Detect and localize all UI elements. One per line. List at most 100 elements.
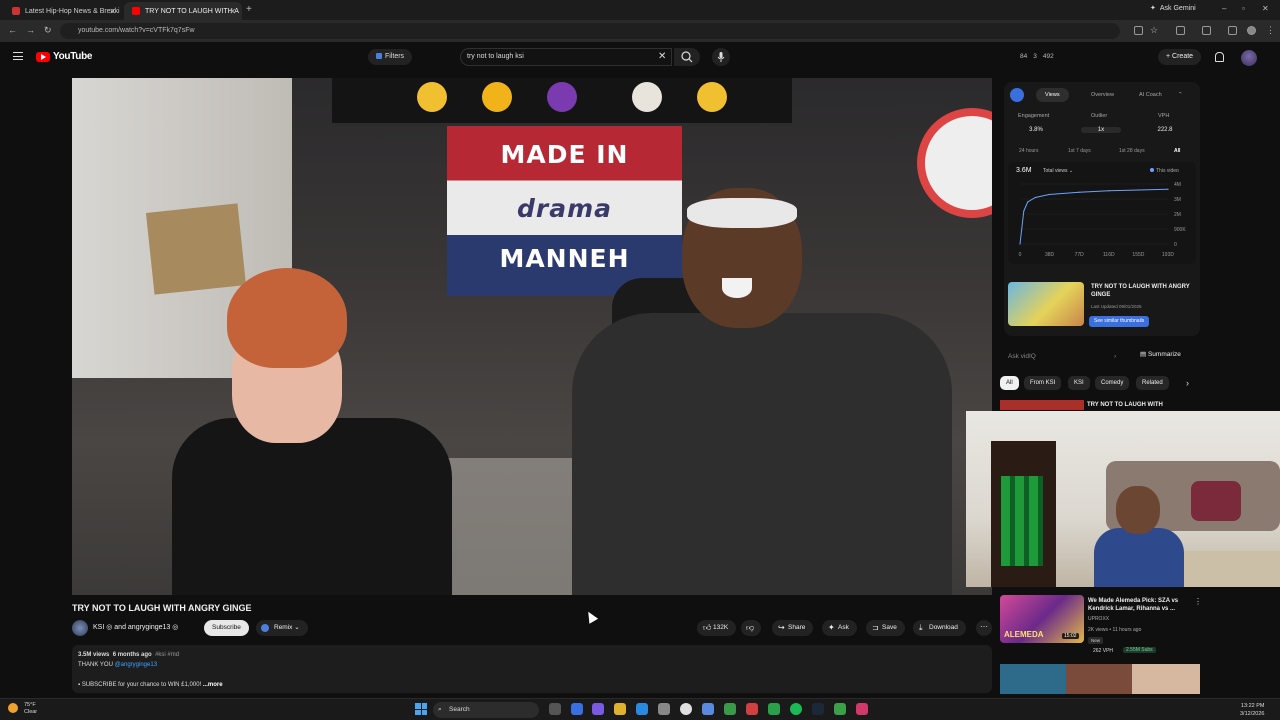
profile-avatar[interactable]: [1247, 26, 1256, 35]
xbox-icon[interactable]: [724, 703, 736, 715]
range-7d[interactable]: 1st 7 days: [1068, 148, 1091, 154]
hashtags[interactable]: #ksi #md: [155, 652, 179, 658]
maximize-icon[interactable]: ▫: [1242, 4, 1245, 13]
spotify-icon[interactable]: [790, 703, 802, 715]
total-views-dropdown[interactable]: Total views ⌄: [1043, 168, 1073, 174]
recommendation-title[interactable]: We Made Alemeda Pick: SZA vs Kendrick La…: [1088, 597, 1192, 613]
see-similar-thumbnails-button[interactable]: See similar thumbnails: [1089, 316, 1150, 327]
new-tab-icon[interactable]: +: [246, 4, 252, 15]
download-button[interactable]: ⤓ Download: [913, 620, 966, 636]
channel-name[interactable]: KSI ◎ and angryginge13 ◎: [93, 623, 178, 631]
channel-avatar[interactable]: [72, 620, 88, 636]
video-player[interactable]: MADE IN drama MANNEH: [72, 78, 992, 595]
tab-views[interactable]: Views: [1036, 88, 1069, 102]
ask-vidiq-input[interactable]: Ask vidIQ ›: [1004, 347, 1130, 367]
chip-comedy[interactable]: Comedy: [1095, 376, 1130, 390]
summarize-button[interactable]: ▤ Summarize: [1140, 350, 1181, 358]
share-button[interactable]: ↪ Share: [772, 620, 814, 636]
more-options-icon[interactable]: ⋮: [1194, 597, 1202, 606]
app-icon[interactable]: [746, 703, 758, 715]
collapse-icon[interactable]: ⌃: [1178, 88, 1183, 102]
file-explorer-icon[interactable]: [614, 703, 626, 715]
copilot-icon[interactable]: [571, 703, 583, 715]
video-description[interactable]: 3.5M views 6 months ago #ksi #md THANK Y…: [72, 645, 992, 693]
account-avatar[interactable]: [1241, 50, 1257, 66]
recommendation-title[interactable]: TRY NOT TO LAUGH WITH: [1087, 402, 1163, 408]
ask-gemini-button[interactable]: ✦ Ask Gemini: [1150, 4, 1196, 13]
reload-icon[interactable]: ↻: [44, 25, 52, 36]
back-icon[interactable]: ←: [8, 25, 17, 35]
search-button[interactable]: [674, 48, 700, 66]
x-tick-label: 77D: [1075, 252, 1085, 258]
side-panel-icon[interactable]: [1202, 26, 1211, 35]
chip-related[interactable]: Related: [1136, 376, 1169, 390]
recommendation-channel[interactable]: UPROXX: [1088, 616, 1109, 622]
minimize-icon[interactable]: –: [1222, 4, 1226, 13]
forward-icon[interactable]: →: [26, 25, 35, 35]
search-input[interactable]: try not to laugh ksi: [460, 48, 672, 66]
more-actions-icon[interactable]: ⋯: [976, 620, 992, 636]
video-toy: [547, 82, 577, 112]
taskbar-search-label: Search: [449, 706, 470, 713]
windows-start-icon[interactable]: [415, 703, 427, 715]
create-button[interactable]: + Create: [1158, 49, 1202, 65]
discord-icon[interactable]: [702, 703, 714, 715]
address-bar[interactable]: youtube.com/watch?v=cVTFk7q7sFw: [60, 23, 1120, 39]
search-icon: ⌕: [438, 706, 442, 713]
app-icon[interactable]: [856, 703, 868, 715]
browser-tab-strip: Latest Hip-Hop News & Breaki ✕ TRY NOT T…: [0, 0, 1280, 20]
hamburger-menu-icon[interactable]: [13, 52, 23, 60]
teams-icon[interactable]: [592, 703, 604, 715]
vidiq-stats[interactable]: 84 3 492: [1020, 53, 1054, 60]
ask-button[interactable]: ✦ Ask: [822, 620, 857, 636]
download-tray-icon[interactable]: [1228, 26, 1237, 35]
close-icon[interactable]: ✕: [109, 7, 116, 16]
voice-search-button[interactable]: [712, 48, 730, 66]
range-28d[interactable]: 1st 28 days: [1119, 148, 1145, 154]
show-more-link[interactable]: ...more: [203, 682, 223, 688]
close-icon[interactable]: ✕: [229, 7, 236, 16]
tab-ai-coach[interactable]: AI Coach: [1130, 88, 1171, 102]
extensions-puzzle-icon[interactable]: [1176, 26, 1185, 35]
youtube-logo[interactable]: YouTube: [36, 51, 93, 62]
remix-button[interactable]: Remix ⌄: [256, 620, 308, 636]
tab-overview[interactable]: Overview: [1082, 88, 1123, 102]
task-view-icon[interactable]: [549, 703, 561, 715]
chip-all[interactable]: All: [1000, 376, 1019, 390]
recommendation-thumbnail[interactable]: [1000, 400, 1084, 410]
dislike-button[interactable]: 👎︎: [741, 620, 761, 636]
summarize-label: Summarize: [1147, 351, 1181, 358]
chevron-right-icon[interactable]: ›: [1186, 378, 1189, 388]
edge-icon[interactable]: [636, 703, 648, 715]
legend-label: This video: [1156, 168, 1179, 174]
app-icon[interactable]: [768, 703, 780, 715]
browser-tab[interactable]: Latest Hip-Hop News & Breaki ✕: [4, 2, 122, 20]
close-window-icon[interactable]: ✕: [1262, 4, 1269, 13]
chip-ksi[interactable]: KSI: [1068, 376, 1090, 390]
browser-menu-icon[interactable]: ⋮: [1266, 25, 1275, 36]
range-24h[interactable]: 24 hours: [1019, 148, 1038, 154]
chrome-icon[interactable]: [680, 703, 692, 715]
notifications-bell-icon[interactable]: [1215, 52, 1224, 62]
extension-icon[interactable]: [1134, 26, 1143, 35]
steam-icon[interactable]: [812, 703, 824, 715]
description-meta: 3.5M views 6 months ago #ksi #md: [78, 650, 986, 660]
browser-tab-active[interactable]: TRY NOT TO LAUGH WITH A ✕: [124, 2, 242, 20]
chip-from-ksi[interactable]: From KSI: [1024, 376, 1062, 390]
like-button[interactable]: 👍︎ 132K: [697, 620, 737, 636]
store-icon[interactable]: [658, 703, 670, 715]
mention-link[interactable]: @angryginge13: [115, 662, 157, 668]
recommendation-thumbnail[interactable]: [1000, 664, 1200, 694]
system-clock[interactable]: 13:22 PM 3/12/2026: [1240, 702, 1264, 718]
weather-text: 75°F Clear: [24, 702, 37, 716]
save-button[interactable]: ⊐ Save: [866, 620, 905, 636]
app-icon[interactable]: [834, 703, 846, 715]
taskbar-search[interactable]: ⌕ Search: [433, 702, 539, 718]
range-all[interactable]: All: [1174, 148, 1180, 154]
vidiq-thumbnail[interactable]: [1008, 282, 1084, 326]
filters-button[interactable]: Filters: [368, 49, 413, 65]
clear-search-icon[interactable]: ✕: [658, 51, 666, 62]
send-arrow-icon[interactable]: ›: [1114, 347, 1116, 367]
bookmark-star-icon[interactable]: ☆: [1150, 25, 1158, 36]
subscribe-button[interactable]: Subscribe: [204, 620, 249, 636]
